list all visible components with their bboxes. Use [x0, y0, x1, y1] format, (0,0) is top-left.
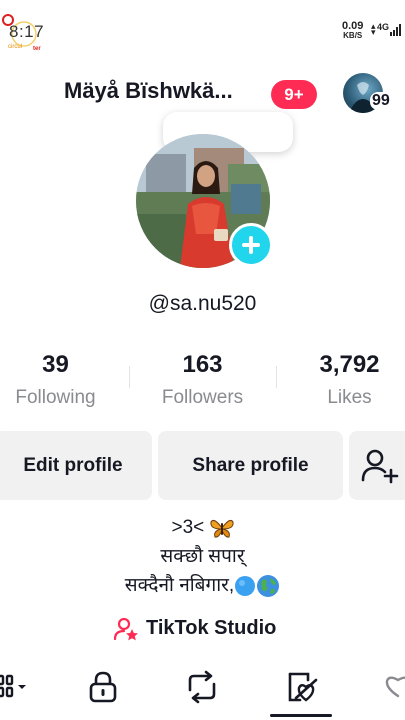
- liked-posts-icon: [288, 672, 318, 702]
- bio-line-3-text: सक्दैनौ नबिगार,: [124, 575, 235, 596]
- profile-username: @sa.nu520: [148, 292, 257, 315]
- tab-private[interactable]: [87, 670, 119, 709]
- stat-divider: [276, 366, 277, 388]
- likes-count: 3,792: [319, 351, 380, 378]
- bio-line-1: >3<: [0, 514, 405, 542]
- tab-favorites[interactable]: [382, 670, 405, 709]
- following-label: Following: [15, 387, 96, 408]
- status-time: 8:17: [9, 22, 45, 41]
- share-profile-button[interactable]: Share profile: [158, 431, 343, 500]
- grid-icon: [0, 674, 26, 698]
- repost-icon: [188, 670, 216, 704]
- following-count: 39: [42, 351, 69, 378]
- bio-line-2: सक्छौ सपार्: [160, 546, 245, 567]
- notification-badge[interactable]: 9+: [271, 80, 317, 109]
- status-bar: circul 8:17 ter 0.09 KB/S ▴ ▾ 4G: [0, 0, 405, 60]
- bio-line-1-text: >3<: [171, 517, 205, 538]
- profile-display-name[interactable]: Mäyå Bïshwkä...: [64, 78, 269, 104]
- active-tab-indicator: [270, 714, 332, 717]
- bio-line-3: सक्दैनौ नबिगार,: [0, 572, 405, 600]
- network-speed-unit: KB/S: [343, 31, 363, 40]
- stat-followers[interactable]: 163 Followers: [135, 350, 270, 412]
- butterfly-emoji-icon: [209, 519, 234, 538]
- tab-reposts[interactable]: [184, 670, 220, 709]
- account-switch-count: 99: [370, 92, 392, 110]
- network-type: 4G: [377, 22, 390, 32]
- studio-icon: [114, 617, 138, 641]
- favorites-icon: [385, 676, 405, 698]
- tiktok-studio-link[interactable]: TikTok Studio: [114, 614, 276, 642]
- signal-icon: [390, 24, 401, 36]
- svg-text:circul: circul: [8, 44, 22, 50]
- globe-emoji-icon: [257, 574, 280, 597]
- edit-profile-button[interactable]: Edit profile: [0, 431, 152, 500]
- stat-following[interactable]: 39 Following: [0, 350, 123, 412]
- stat-likes[interactable]: 3,792 Likes: [282, 350, 405, 412]
- status-logo-text: ter: [33, 46, 41, 52]
- add-friend-button[interactable]: [349, 431, 405, 500]
- lock-icon: [89, 671, 117, 703]
- data-arrows-icon: ▴ ▾: [371, 21, 376, 37]
- followers-count: 163: [182, 351, 223, 378]
- tiktok-studio-label: TikTok Studio: [146, 617, 277, 639]
- tab-liked[interactable]: [286, 670, 320, 709]
- add-story-button[interactable]: [229, 223, 273, 267]
- followers-label: Followers: [161, 387, 244, 408]
- likes-label: Likes: [327, 387, 372, 408]
- add-friend-icon: [361, 449, 399, 484]
- blue-circle-emoji-icon: [235, 575, 256, 596]
- network-speed: 0.09 KB/S: [342, 21, 363, 41]
- stat-divider: [129, 366, 130, 388]
- tab-videos[interactable]: [0, 670, 36, 709]
- profile-tabs: [0, 662, 405, 720]
